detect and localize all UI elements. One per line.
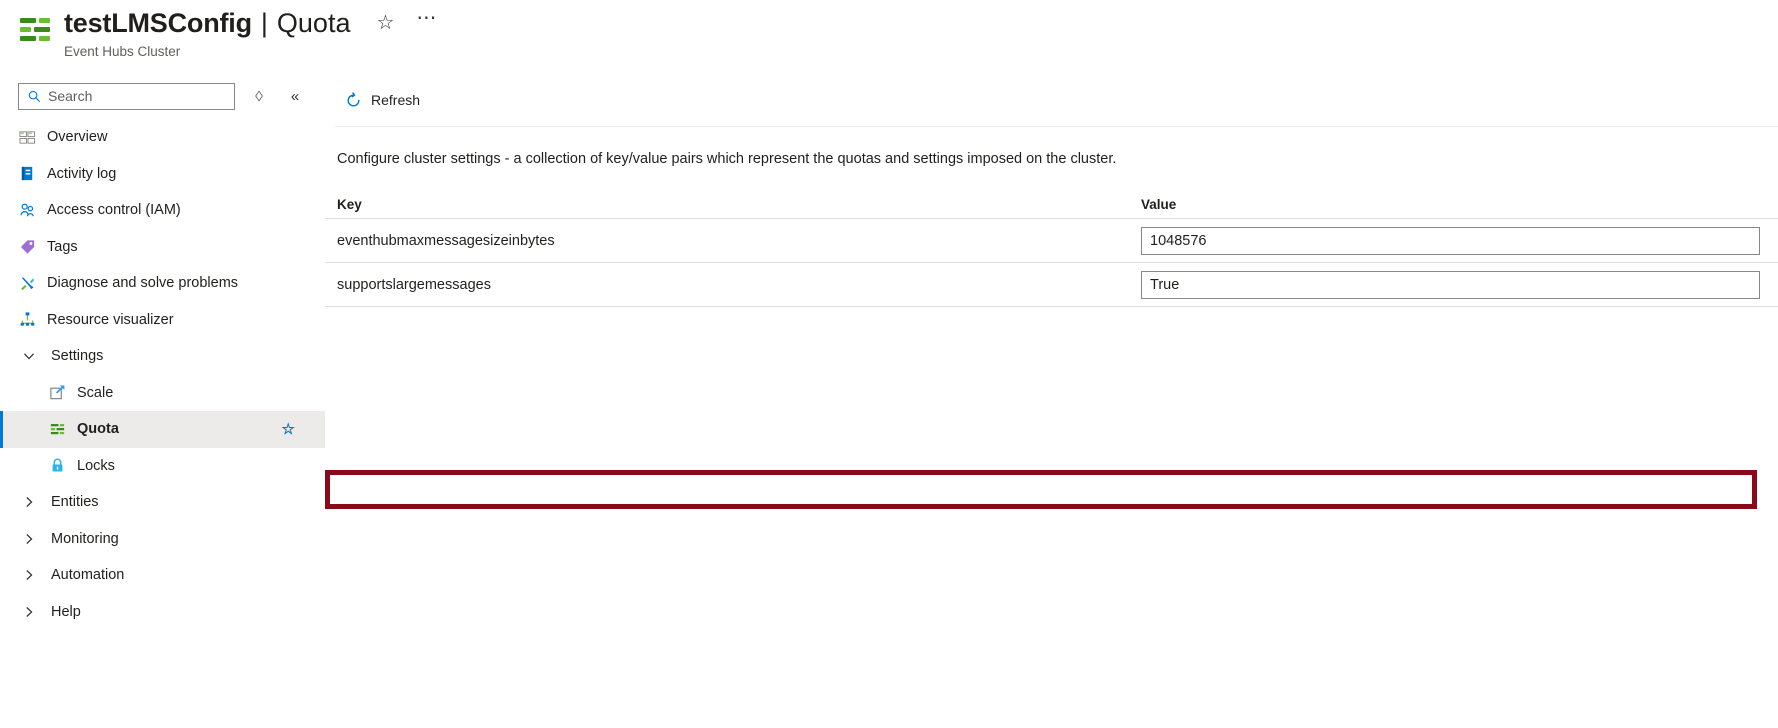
sidebar-search-row: «	[0, 74, 325, 114]
search-icon	[28, 90, 41, 102]
sidebar-item-label: Scale	[77, 384, 114, 401]
sidebar-item-resource-visualizer[interactable]: Resource visualizer	[0, 302, 325, 339]
access-control-icon	[18, 201, 36, 219]
sidebar: « Overview	[0, 74, 325, 728]
page-name: Quota	[276, 8, 351, 38]
main-content: Refresh Configure cluster settings - a c…	[325, 74, 1778, 728]
sidebar-item-quota[interactable]: Quota ☆	[0, 411, 325, 448]
resource-name: testLMSConfig	[64, 8, 252, 38]
search-box[interactable]	[18, 82, 235, 110]
sidebar-group-entities[interactable]: Entities	[0, 484, 325, 521]
chevron-right-icon	[22, 568, 36, 582]
table-row: supportslargemessages	[325, 263, 1778, 307]
sidebar-item-scale[interactable]: Scale	[0, 375, 325, 412]
sidebar-item-label: Activity log	[47, 165, 117, 182]
page-description: Configure cluster settings - a collectio…	[337, 151, 1117, 167]
refresh-icon	[345, 91, 362, 109]
column-header-key: Key	[337, 197, 362, 212]
sidebar-item-locks[interactable]: Locks	[0, 448, 325, 485]
scale-icon	[48, 384, 66, 402]
chevron-right-icon	[22, 532, 36, 546]
setting-value-input[interactable]	[1141, 226, 1760, 255]
sidebar-group-label: Automation	[51, 567, 125, 584]
sidebar-group-label: Settings	[51, 348, 104, 365]
command-bar: Refresh	[325, 74, 1778, 126]
page-header: testLMSConfig | Quota ☆ ⋯ Event Hubs Clu…	[0, 0, 1778, 74]
sidebar-item-label: Overview	[47, 129, 108, 146]
sidebar-item-overview[interactable]: Overview	[0, 119, 325, 156]
sidebar-group-monitoring[interactable]: Monitoring	[0, 521, 325, 558]
title-separator: |	[260, 8, 268, 38]
search-input[interactable]	[48, 88, 218, 104]
overview-icon	[18, 128, 36, 146]
table-header-row: Key Value	[325, 191, 1778, 219]
quota-icon	[48, 420, 66, 438]
column-header-value: Value	[1141, 197, 1177, 212]
sidebar-favorite-star-icon[interactable]: ☆	[282, 420, 295, 438]
sidebar-item-label: Tags	[47, 238, 78, 255]
resource-visualizer-icon	[18, 311, 36, 329]
setting-value-input[interactable]	[1141, 270, 1760, 299]
sidebar-item-access-control[interactable]: Access control (IAM)	[0, 192, 325, 229]
table-row: eventhubmaxmessagesizeinbytes	[325, 219, 1778, 263]
sidebar-group-automation[interactable]: Automation	[0, 557, 325, 594]
sidebar-item-diagnose-and-solve-problems[interactable]: Diagnose and solve problems	[0, 265, 325, 302]
setting-key: supportslargemessages	[337, 276, 491, 293]
sidebar-nav: Overview Activity log Access control (IA…	[0, 119, 325, 630]
activity-log-icon	[18, 165, 36, 183]
sidebar-item-label: Access control (IAM)	[47, 202, 181, 219]
refresh-button[interactable]: Refresh	[337, 84, 428, 116]
refresh-button-label: Refresh	[371, 92, 421, 108]
annotation-highlight-box	[325, 470, 1757, 509]
azure-portal-quota-page: testLMSConfig | Quota ☆ ⋯ Event Hubs Clu…	[0, 0, 1778, 728]
chevron-right-icon	[22, 495, 36, 509]
diagnose-icon	[18, 274, 36, 292]
sidebar-item-activity-log[interactable]: Activity log	[0, 156, 325, 193]
collapse-panel-icon[interactable]: «	[285, 86, 305, 106]
sidebar-item-label: Diagnose and solve problems	[47, 275, 239, 292]
expand-collapse-toggle-icon[interactable]	[249, 86, 269, 106]
favorite-star-icon[interactable]: ☆	[376, 6, 394, 40]
more-options-ellipsis-icon[interactable]: ⋯	[416, 1, 437, 35]
page-title: testLMSConfig | Quota ☆ ⋯	[64, 6, 437, 40]
sidebar-group-help[interactable]: Help	[0, 594, 325, 631]
sidebar-group-label: Entities	[51, 494, 99, 511]
event-hubs-cluster-icon	[18, 14, 52, 48]
setting-value-cell	[1141, 270, 1778, 299]
setting-key: eventhubmaxmessagesizeinbytes	[337, 232, 555, 249]
quota-settings-table: Key Value eventhubmaxmessagesizeinbytes …	[325, 191, 1778, 509]
tags-icon	[18, 238, 36, 256]
chevron-right-icon	[22, 605, 36, 619]
sidebar-item-label: Resource visualizer	[47, 311, 174, 328]
sidebar-item-label: Locks	[77, 457, 115, 474]
sidebar-item-tags[interactable]: Tags	[0, 229, 325, 266]
chevron-down-icon	[22, 349, 36, 363]
sidebar-item-label: Quota	[77, 421, 119, 438]
lock-icon	[48, 457, 66, 475]
sidebar-group-label: Monitoring	[51, 530, 119, 547]
resource-type-subtitle: Event Hubs Cluster	[64, 44, 181, 59]
sidebar-group-label: Help	[51, 603, 81, 620]
setting-value-cell	[1141, 226, 1778, 255]
sidebar-group-settings[interactable]: Settings	[0, 338, 325, 375]
